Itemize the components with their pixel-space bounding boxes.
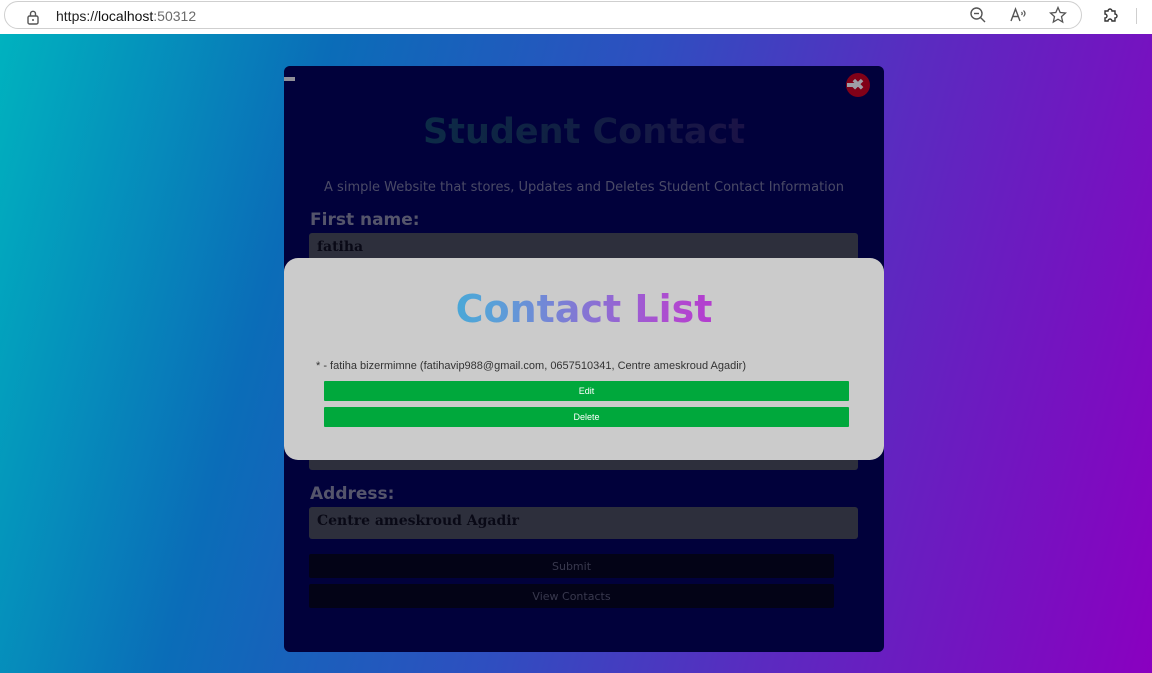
url-scheme: https:// [56,8,99,24]
extensions-icon[interactable] [1101,5,1121,25]
edit-button[interactable]: Edit [324,381,849,401]
zoom-out-icon[interactable] [968,5,988,25]
address-bar[interactable]: https://localhost:50312 [4,1,1082,29]
contact-list-title: Contact List [284,287,884,331]
favorite-star-icon[interactable] [1048,5,1068,25]
contact-list-item: * - fatiha bizermimne (fatihavip988@gmai… [316,360,746,372]
lock-icon[interactable] [26,9,40,25]
url-port: :50312 [153,8,197,24]
url-host: localhost [98,8,154,24]
read-aloud-icon[interactable] [1008,5,1028,25]
toolbar-divider [1136,8,1137,24]
browser-toolbar: https://localhost:50312 [0,0,1152,34]
delete-button[interactable]: Delete [324,407,849,427]
url-text[interactable]: https://localhost:50312 [56,8,196,24]
